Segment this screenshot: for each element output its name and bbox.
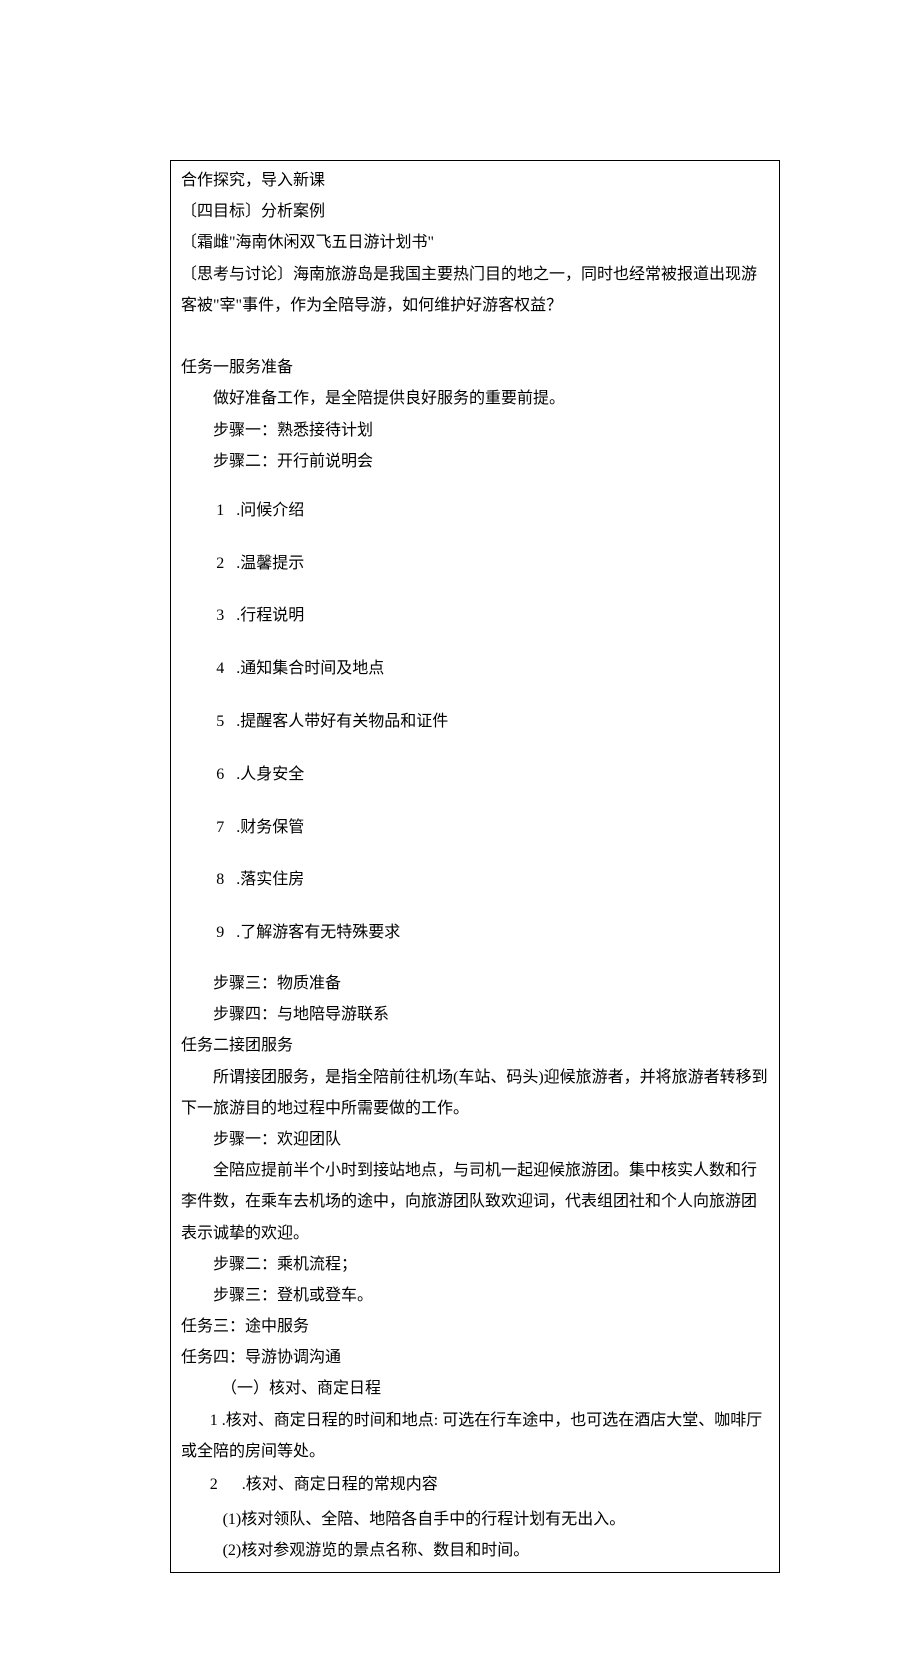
intro-line2: 〔四目标〕分析案例 (181, 196, 769, 227)
task2-step3: 步骤三：登机或登车。 (181, 1280, 769, 1311)
task1-step1: 步骤一：熟悉接待计划 (181, 415, 769, 446)
task1-step2: 步骤二：开行前说明会 (181, 446, 769, 477)
task1-item-7-text: .财务保管 (236, 819, 304, 836)
task1-item-2: 2 .温馨提示 (216, 546, 769, 583)
task4-item2-text: .核对、商定日程的常规内容 (242, 1476, 438, 1493)
task1-step3: 步骤三：物质准备 (181, 968, 769, 999)
task1-item-3: 3 .行程说明 (216, 598, 769, 635)
task1-desc: 做好准备工作，是全陪提供良好服务的重要前提。 (181, 383, 769, 414)
task1-item-1: 1 .问候介绍 (216, 493, 769, 530)
task2-step2: 步骤二：乘机流程； (181, 1249, 769, 1280)
task1-item-9-text: .了解游客有无特殊要求 (236, 924, 400, 941)
task1-item-2-text: .温馨提示 (236, 555, 304, 572)
task4-item1: 1 .核对、商定日程的时间和地点: 可选在行车途中，也可选在酒店大堂、咖啡厅或全… (181, 1405, 769, 1467)
task1-item-6-text: .人身安全 (236, 766, 304, 783)
task1-item-1-text: .问候介绍 (236, 502, 304, 519)
task1-item-4-text: .通知集合时间及地点 (236, 660, 384, 677)
task4-sub-b: (2)核对参观游览的景点名称、数目和时间。 (223, 1535, 769, 1566)
task1-item-6: 6 .人身安全 (216, 757, 769, 794)
task2-desc: 所谓接团服务，是指全陪前往机场(车站、码头)迎候旅游者，并将旅游者转移到下一旅游… (181, 1062, 769, 1124)
intro-line1: 合作探究，导入新课 (181, 165, 769, 196)
task2-step1: 步骤一：欢迎团队 (181, 1124, 769, 1155)
task3-title: 任务三：途中服务 (181, 1311, 769, 1342)
task4-sub-a: (1)核对领队、全陪、地陪各自手中的行程计划有无出入。 (223, 1504, 769, 1535)
document-frame: 合作探究，导入新课 〔四目标〕分析案例 〔霜雌"海南休闲双飞五日游计划书" 〔思… (170, 160, 780, 1573)
task1-item-5-text: .提醒客人带好有关物品和证件 (236, 713, 448, 730)
task2-title: 任务二接团服务 (181, 1030, 769, 1061)
task4-title: 任务四：导游协调沟通 (181, 1342, 769, 1373)
task4-item2: 2 .核对、商定日程的常规内容 (210, 1467, 769, 1504)
task1-title: 任务一服务准备 (181, 352, 769, 383)
task1-item-4: 4 .通知集合时间及地点 (216, 651, 769, 688)
task1-item-7: 7 .财务保管 (216, 810, 769, 847)
intro-line4: 〔思考与讨论〕海南旅游岛是我国主要热门目的地之一，同时也经常被报道出现游客被"宰… (181, 259, 769, 321)
task1-step4: 步骤四：与地陪导游联系 (181, 999, 769, 1030)
task2-step1-desc: 全陪应提前半个小时到接站地点，与司机一起迎候旅游团。集中核实人数和行李件数，在乘… (181, 1155, 769, 1249)
intro-line3: 〔霜雌"海南休闲双飞五日游计划书" (181, 227, 769, 258)
task1-item-3-text: .行程说明 (236, 607, 304, 624)
task4-sub1: （一）核对、商定日程 (181, 1373, 769, 1404)
task1-item-5: 5 .提醒客人带好有关物品和证件 (216, 704, 769, 741)
task4-item2-num: 2 (210, 1476, 218, 1493)
task1-item-8: 8 .落实住房 (216, 862, 769, 899)
blank-line (181, 321, 769, 352)
task1-item-8-text: .落实住房 (236, 871, 304, 888)
task1-item-9: 9 .了解游客有无特殊要求 (216, 915, 769, 952)
